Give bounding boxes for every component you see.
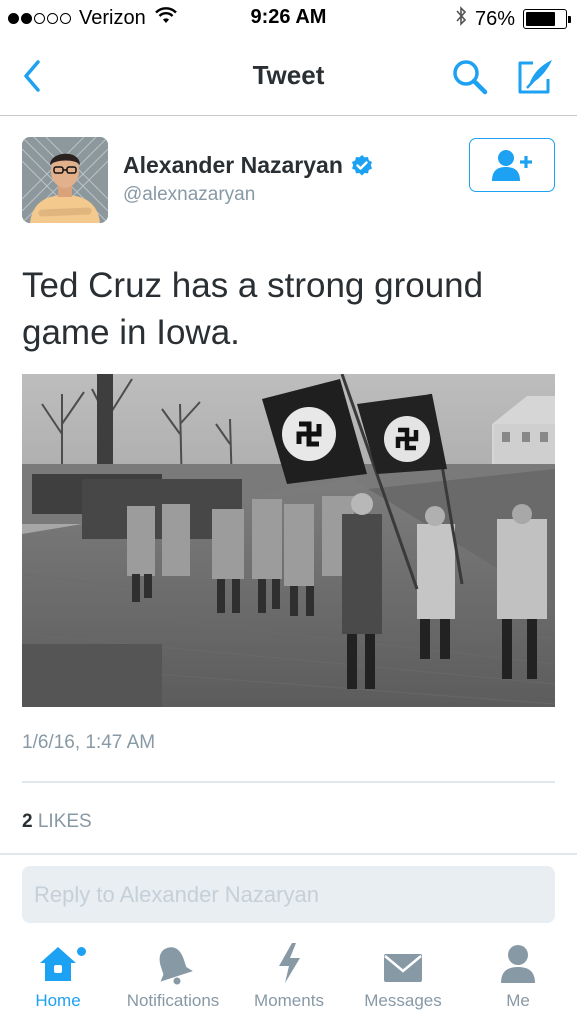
lightning-icon (274, 935, 304, 991)
person-icon (498, 935, 538, 991)
search-icon (453, 60, 488, 95)
envelope-icon (382, 935, 424, 991)
tab-home[interactable]: Home (18, 935, 98, 1024)
home-icon (36, 935, 86, 991)
tweet-photo[interactable] (22, 374, 555, 707)
compose-button[interactable] (512, 55, 558, 99)
follow-button[interactable] (469, 138, 555, 192)
notification-dot (77, 947, 86, 956)
bell-icon (153, 935, 193, 991)
battery-icon (523, 9, 571, 29)
tab-label: Moments (254, 991, 324, 1010)
author-handle[interactable]: @alexnazaryan (123, 184, 255, 206)
add-user-icon (492, 150, 532, 181)
tab-label: Messages (364, 991, 442, 1010)
tab-moments[interactable]: Moments (243, 935, 335, 1024)
status-bar: Verizon 9:26 AM 76% (0, 0, 577, 38)
search-button[interactable] (448, 55, 492, 99)
battery-percent: 76% (474, 7, 515, 30)
tab-messages[interactable]: Messages (352, 935, 454, 1024)
status-right: 76% (455, 6, 571, 32)
tab-me[interactable]: Me (482, 935, 554, 1024)
tab-label: Notifications (126, 991, 220, 1010)
tweet-timestamp: 1/6/16, 1:47 AM (22, 732, 156, 753)
likes-label: LIKES (37, 811, 92, 832)
tab-label: Home (35, 991, 81, 1010)
tab-notifications[interactable]: Notifications (117, 935, 229, 1024)
divider (22, 781, 555, 783)
likes-count: 2 (22, 811, 33, 832)
tab-bar: Home Notifications Moments Messages Me (0, 935, 577, 1024)
reply-input[interactable] (22, 866, 555, 923)
likes-stat[interactable]: 2 LIKES (22, 811, 92, 833)
reply-box[interactable] (22, 866, 555, 923)
verified-badge-icon (350, 154, 374, 178)
author-name[interactable]: Alexander Nazaryan (123, 152, 374, 179)
tweet-text: Ted Cruz has a strong ground game in Iow… (22, 266, 484, 352)
nav-bar: Tweet (0, 38, 577, 116)
avatar[interactable] (22, 137, 108, 223)
author-name-text: Alexander Nazaryan (123, 152, 343, 178)
compose-icon (518, 60, 552, 94)
bluetooth-icon (455, 6, 467, 32)
divider (0, 853, 577, 855)
tab-label: Me (506, 991, 530, 1010)
